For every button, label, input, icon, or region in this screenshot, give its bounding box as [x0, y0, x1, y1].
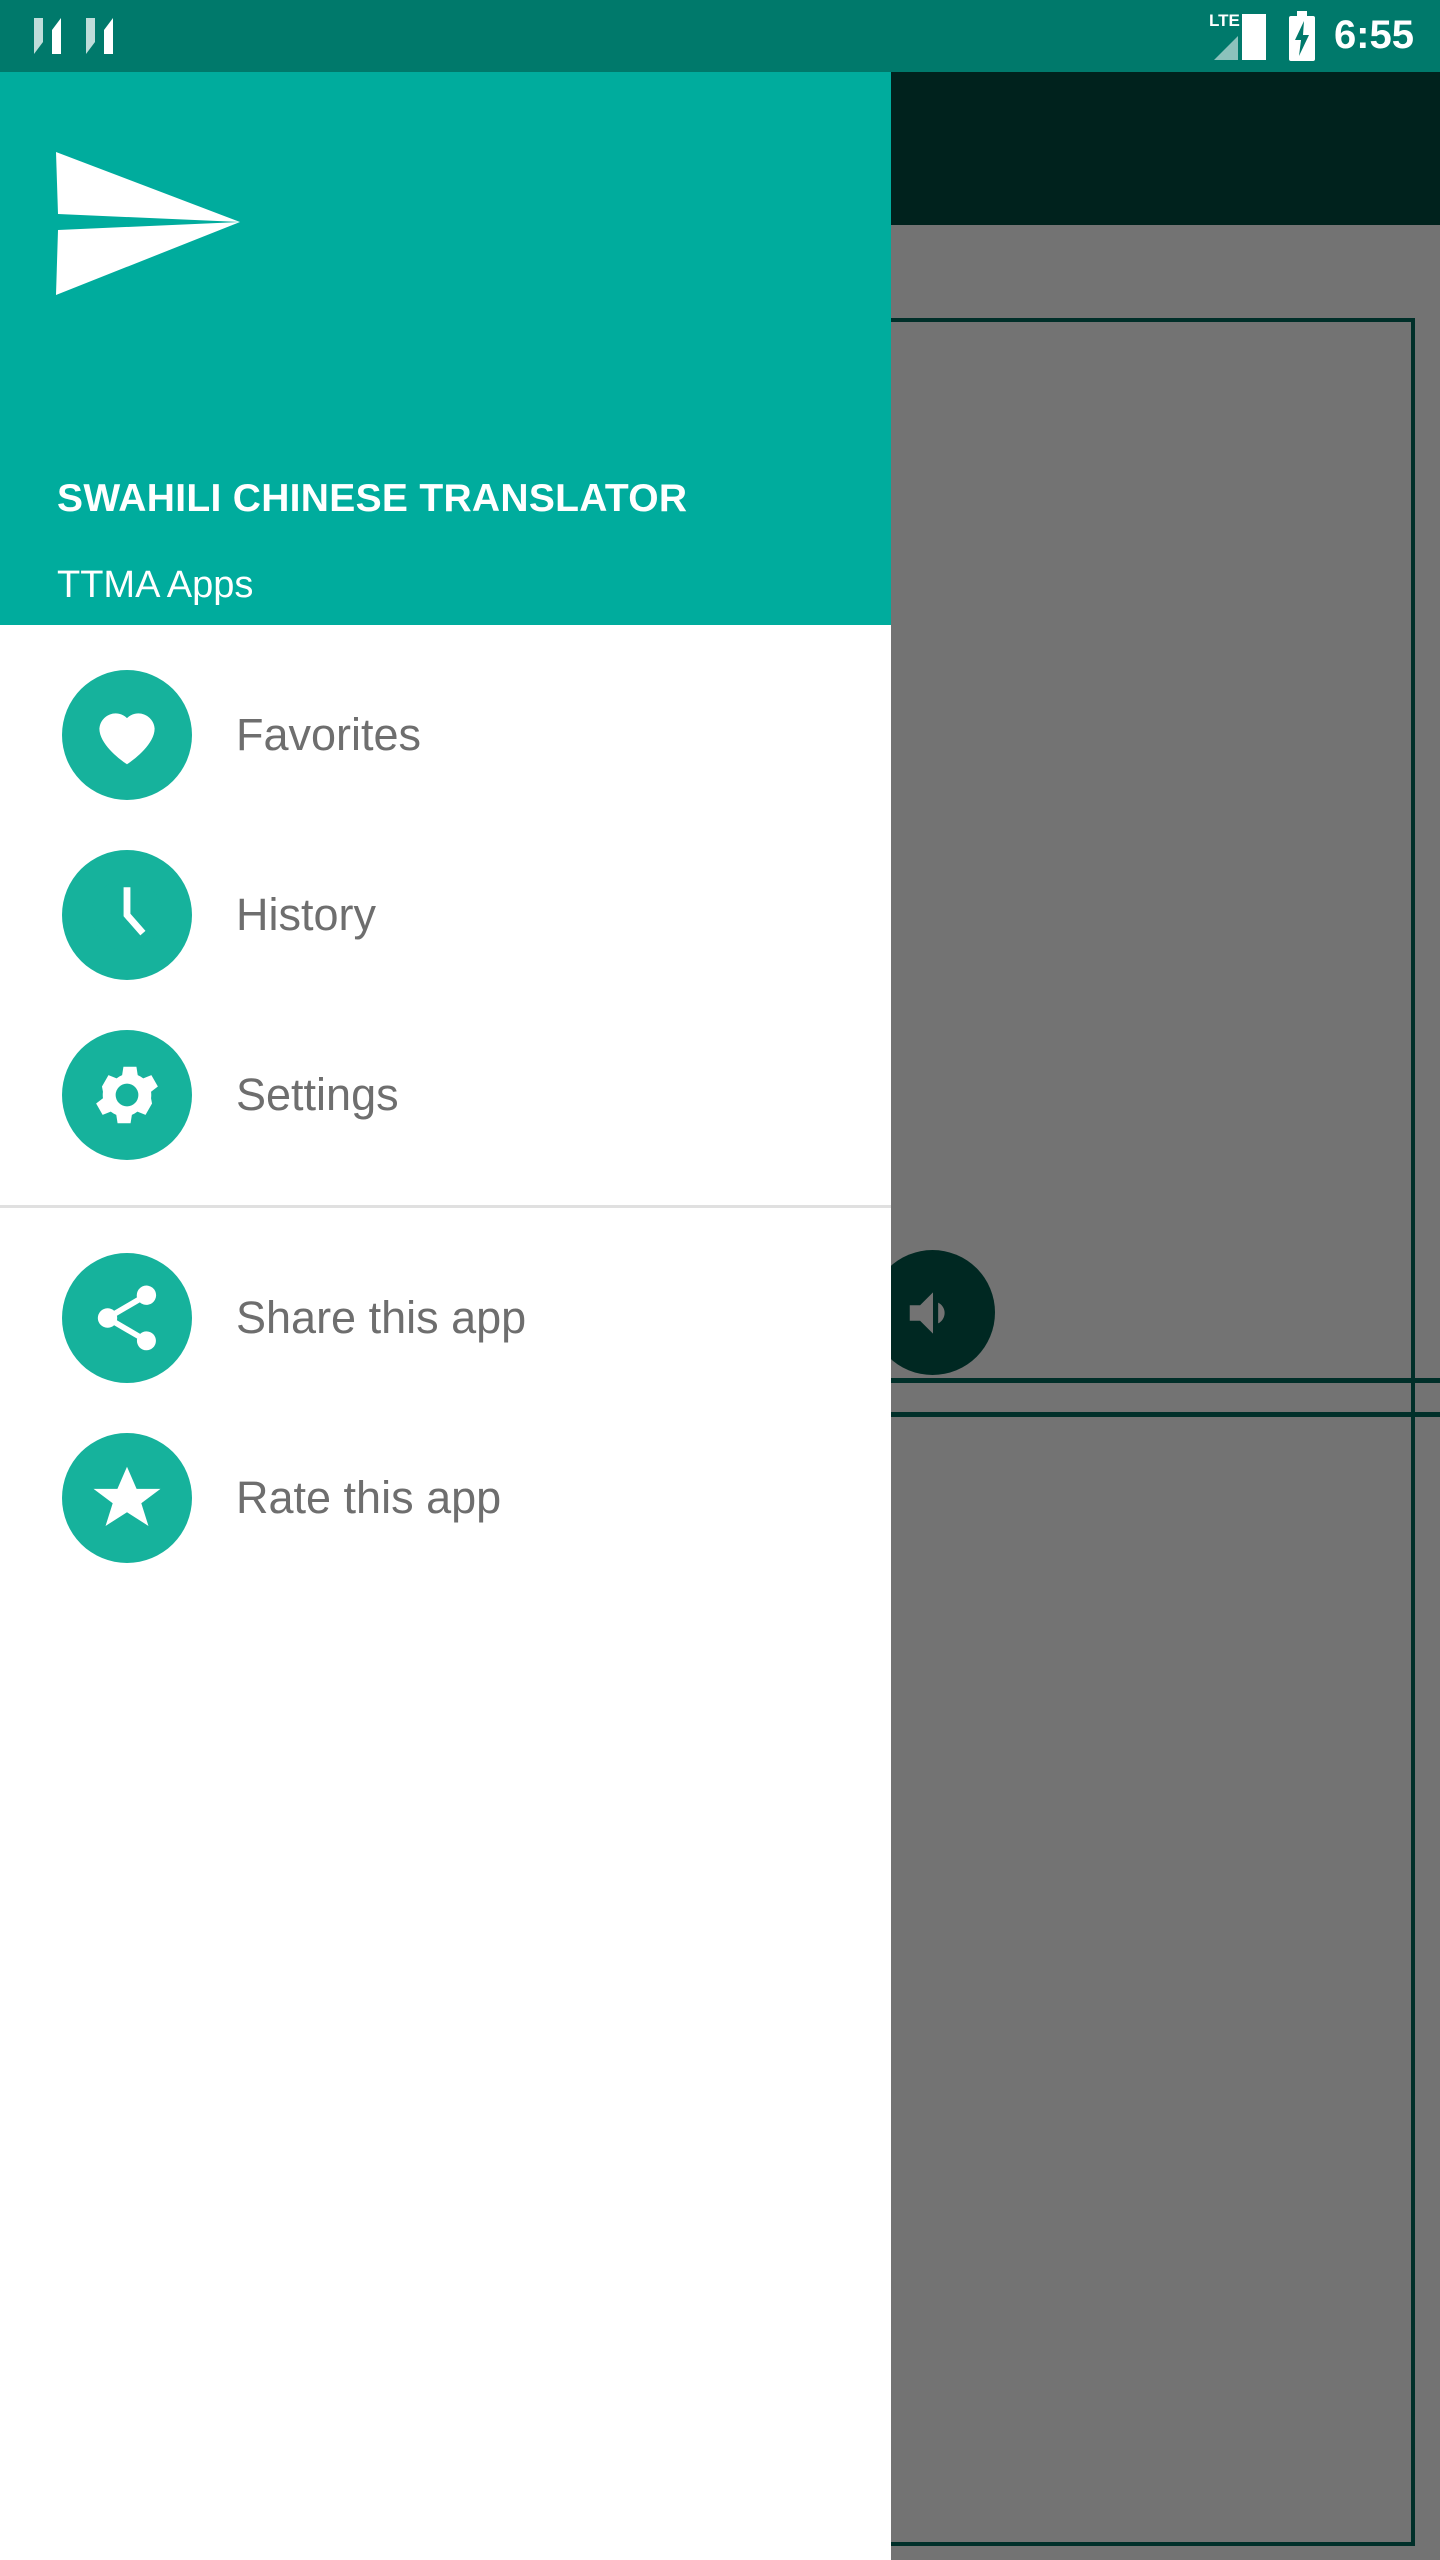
send-paper-plane-logo-icon: [56, 152, 240, 295]
drawer-item-label: Settings: [236, 1069, 399, 1120]
drawer-item-label: Favorites: [236, 709, 422, 760]
signal-bars-icon: LTE: [1209, 11, 1266, 60]
drawer-item-label: Share this app: [236, 1292, 527, 1343]
drawer-item-label: History: [236, 889, 377, 940]
network-status-group: LTE: [1208, 10, 1270, 62]
clock-icon: [91, 879, 163, 951]
status-bar-notifications: [0, 16, 118, 56]
notification-n-icon: [34, 18, 61, 54]
drawer-header: SWAHILI CHINESE TRANSLATOR TTMA Apps: [0, 72, 891, 625]
star-icon-circle: [62, 1433, 192, 1563]
heart-icon: [99, 713, 155, 765]
share-icon-circle: [62, 1253, 192, 1383]
notification-n-icon: [86, 18, 113, 54]
drawer-item-favorites[interactable]: Favorites: [0, 645, 891, 825]
share-icon: [97, 1285, 157, 1351]
navigation-drawer: SWAHILI CHINESE TRANSLATOR TTMA Apps Fav…: [0, 72, 891, 2560]
heart-icon-circle: [62, 670, 192, 800]
drawer-item-settings[interactable]: Settings: [0, 1005, 891, 1185]
status-bar-clock: 6:55: [1333, 13, 1414, 57]
gear-icon-circle: [62, 1030, 192, 1160]
star-icon: [93, 1466, 161, 1526]
drawer-publisher-name: TTMA Apps: [57, 564, 254, 606]
status-bar-indicators: LTE 6:55: [1208, 10, 1440, 62]
status-bar: LTE 6:55: [0, 0, 1440, 72]
drawer-item-rate-this-app[interactable]: Rate this app: [0, 1408, 891, 1588]
screen-root: CHINESE SWAHILI CHINESE TRANSLATOR: [0, 0, 1440, 2560]
drawer-app-name: SWAHILI CHINESE TRANSLATOR: [57, 477, 688, 520]
drawer-item-label: Rate this app: [236, 1472, 502, 1523]
drawer-item-history[interactable]: History: [0, 825, 891, 1005]
clock-icon-circle: [62, 850, 192, 980]
drawer-menu-secondary: Share this app Rate this app: [0, 1208, 891, 1588]
drawer-menu-primary: Favorites History Settings: [0, 625, 891, 1185]
gear-icon: [96, 1066, 158, 1124]
battery-charging-icon: [1288, 11, 1315, 61]
lte-label: LTE: [1209, 11, 1240, 30]
drawer-item-share-this-app[interactable]: Share this app: [0, 1228, 891, 1408]
